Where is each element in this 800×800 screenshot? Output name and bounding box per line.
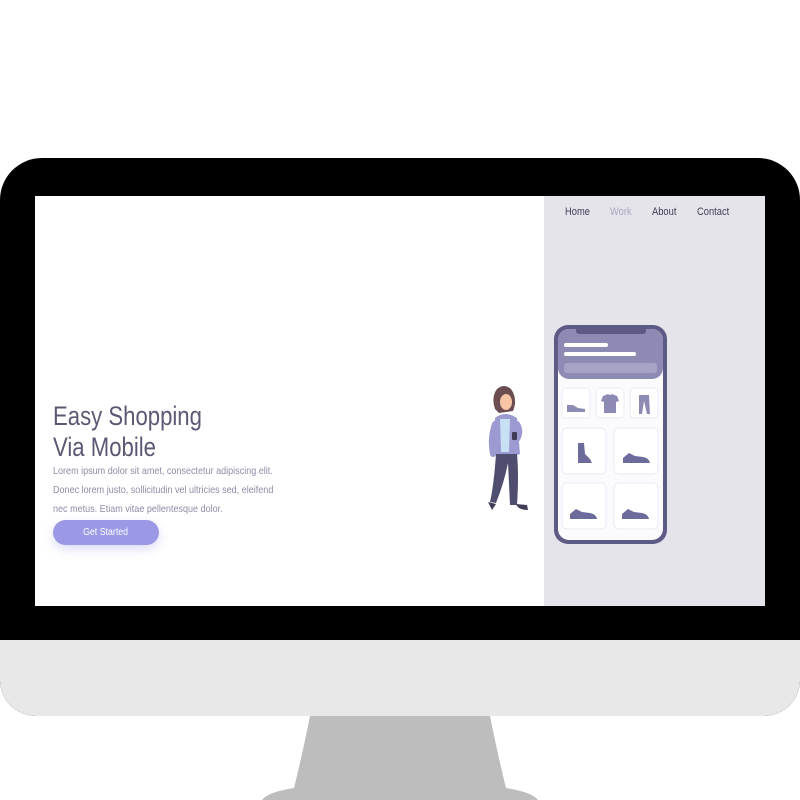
shopping-illustration [488,325,667,544]
monitor-stand [262,716,538,800]
woman-figure-icon [488,386,528,510]
monitor-frame: Home Work About Contact Easy Shopping Vi… [0,158,800,716]
phone-mockup [554,325,667,544]
monitor-screen: Home Work About Contact Easy Shopping Vi… [35,196,765,606]
monitor-chin [0,640,800,716]
